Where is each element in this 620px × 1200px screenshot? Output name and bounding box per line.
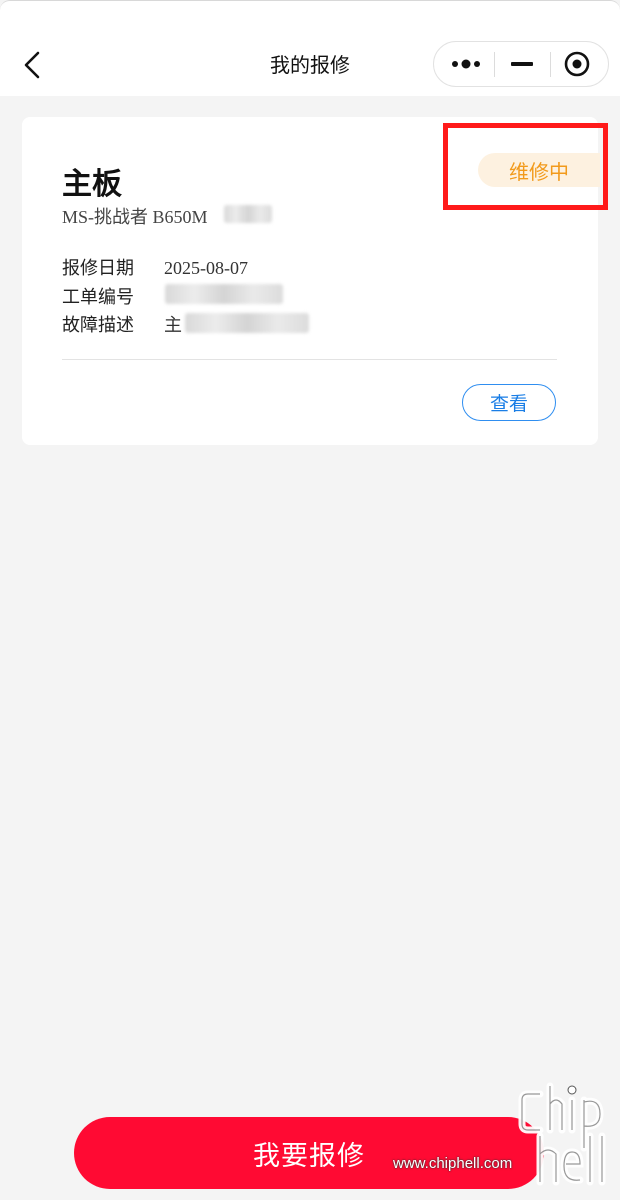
product-model: MS-挑战者 B650M xyxy=(62,207,208,227)
redacted-model-suffix xyxy=(224,205,272,223)
description-label: 故障描述 xyxy=(62,315,134,336)
mini-program-capsule xyxy=(433,41,609,87)
redacted-order-number xyxy=(165,284,283,304)
description-value: 主 xyxy=(164,315,182,335)
minimize-button[interactable] xyxy=(494,42,552,86)
description-row: 故障描述 主 xyxy=(62,311,182,337)
minimize-icon xyxy=(511,62,533,66)
watermark-text: www.chiphell.com xyxy=(393,1155,513,1172)
navigation-bar: 我的报修 xyxy=(0,0,620,96)
date-row: 报修日期 2025-08-07 xyxy=(62,254,248,280)
report-repair-button[interactable]: 我要报修 xyxy=(74,1117,544,1189)
date-value: 2025-08-07 xyxy=(164,258,248,278)
redacted-description xyxy=(185,313,309,333)
view-button[interactable]: 查看 xyxy=(462,384,556,421)
more-dots-icon xyxy=(452,59,480,69)
card-divider xyxy=(62,359,557,360)
order-row: 工单编号 xyxy=(62,283,164,309)
date-label: 报修日期 xyxy=(62,258,134,279)
product-title: 主板 xyxy=(62,167,122,202)
close-button[interactable] xyxy=(548,42,606,86)
target-circle-icon xyxy=(564,51,590,77)
order-label: 工单编号 xyxy=(62,287,134,308)
annotation-highlight-box xyxy=(443,123,608,210)
more-button[interactable] xyxy=(438,42,496,86)
